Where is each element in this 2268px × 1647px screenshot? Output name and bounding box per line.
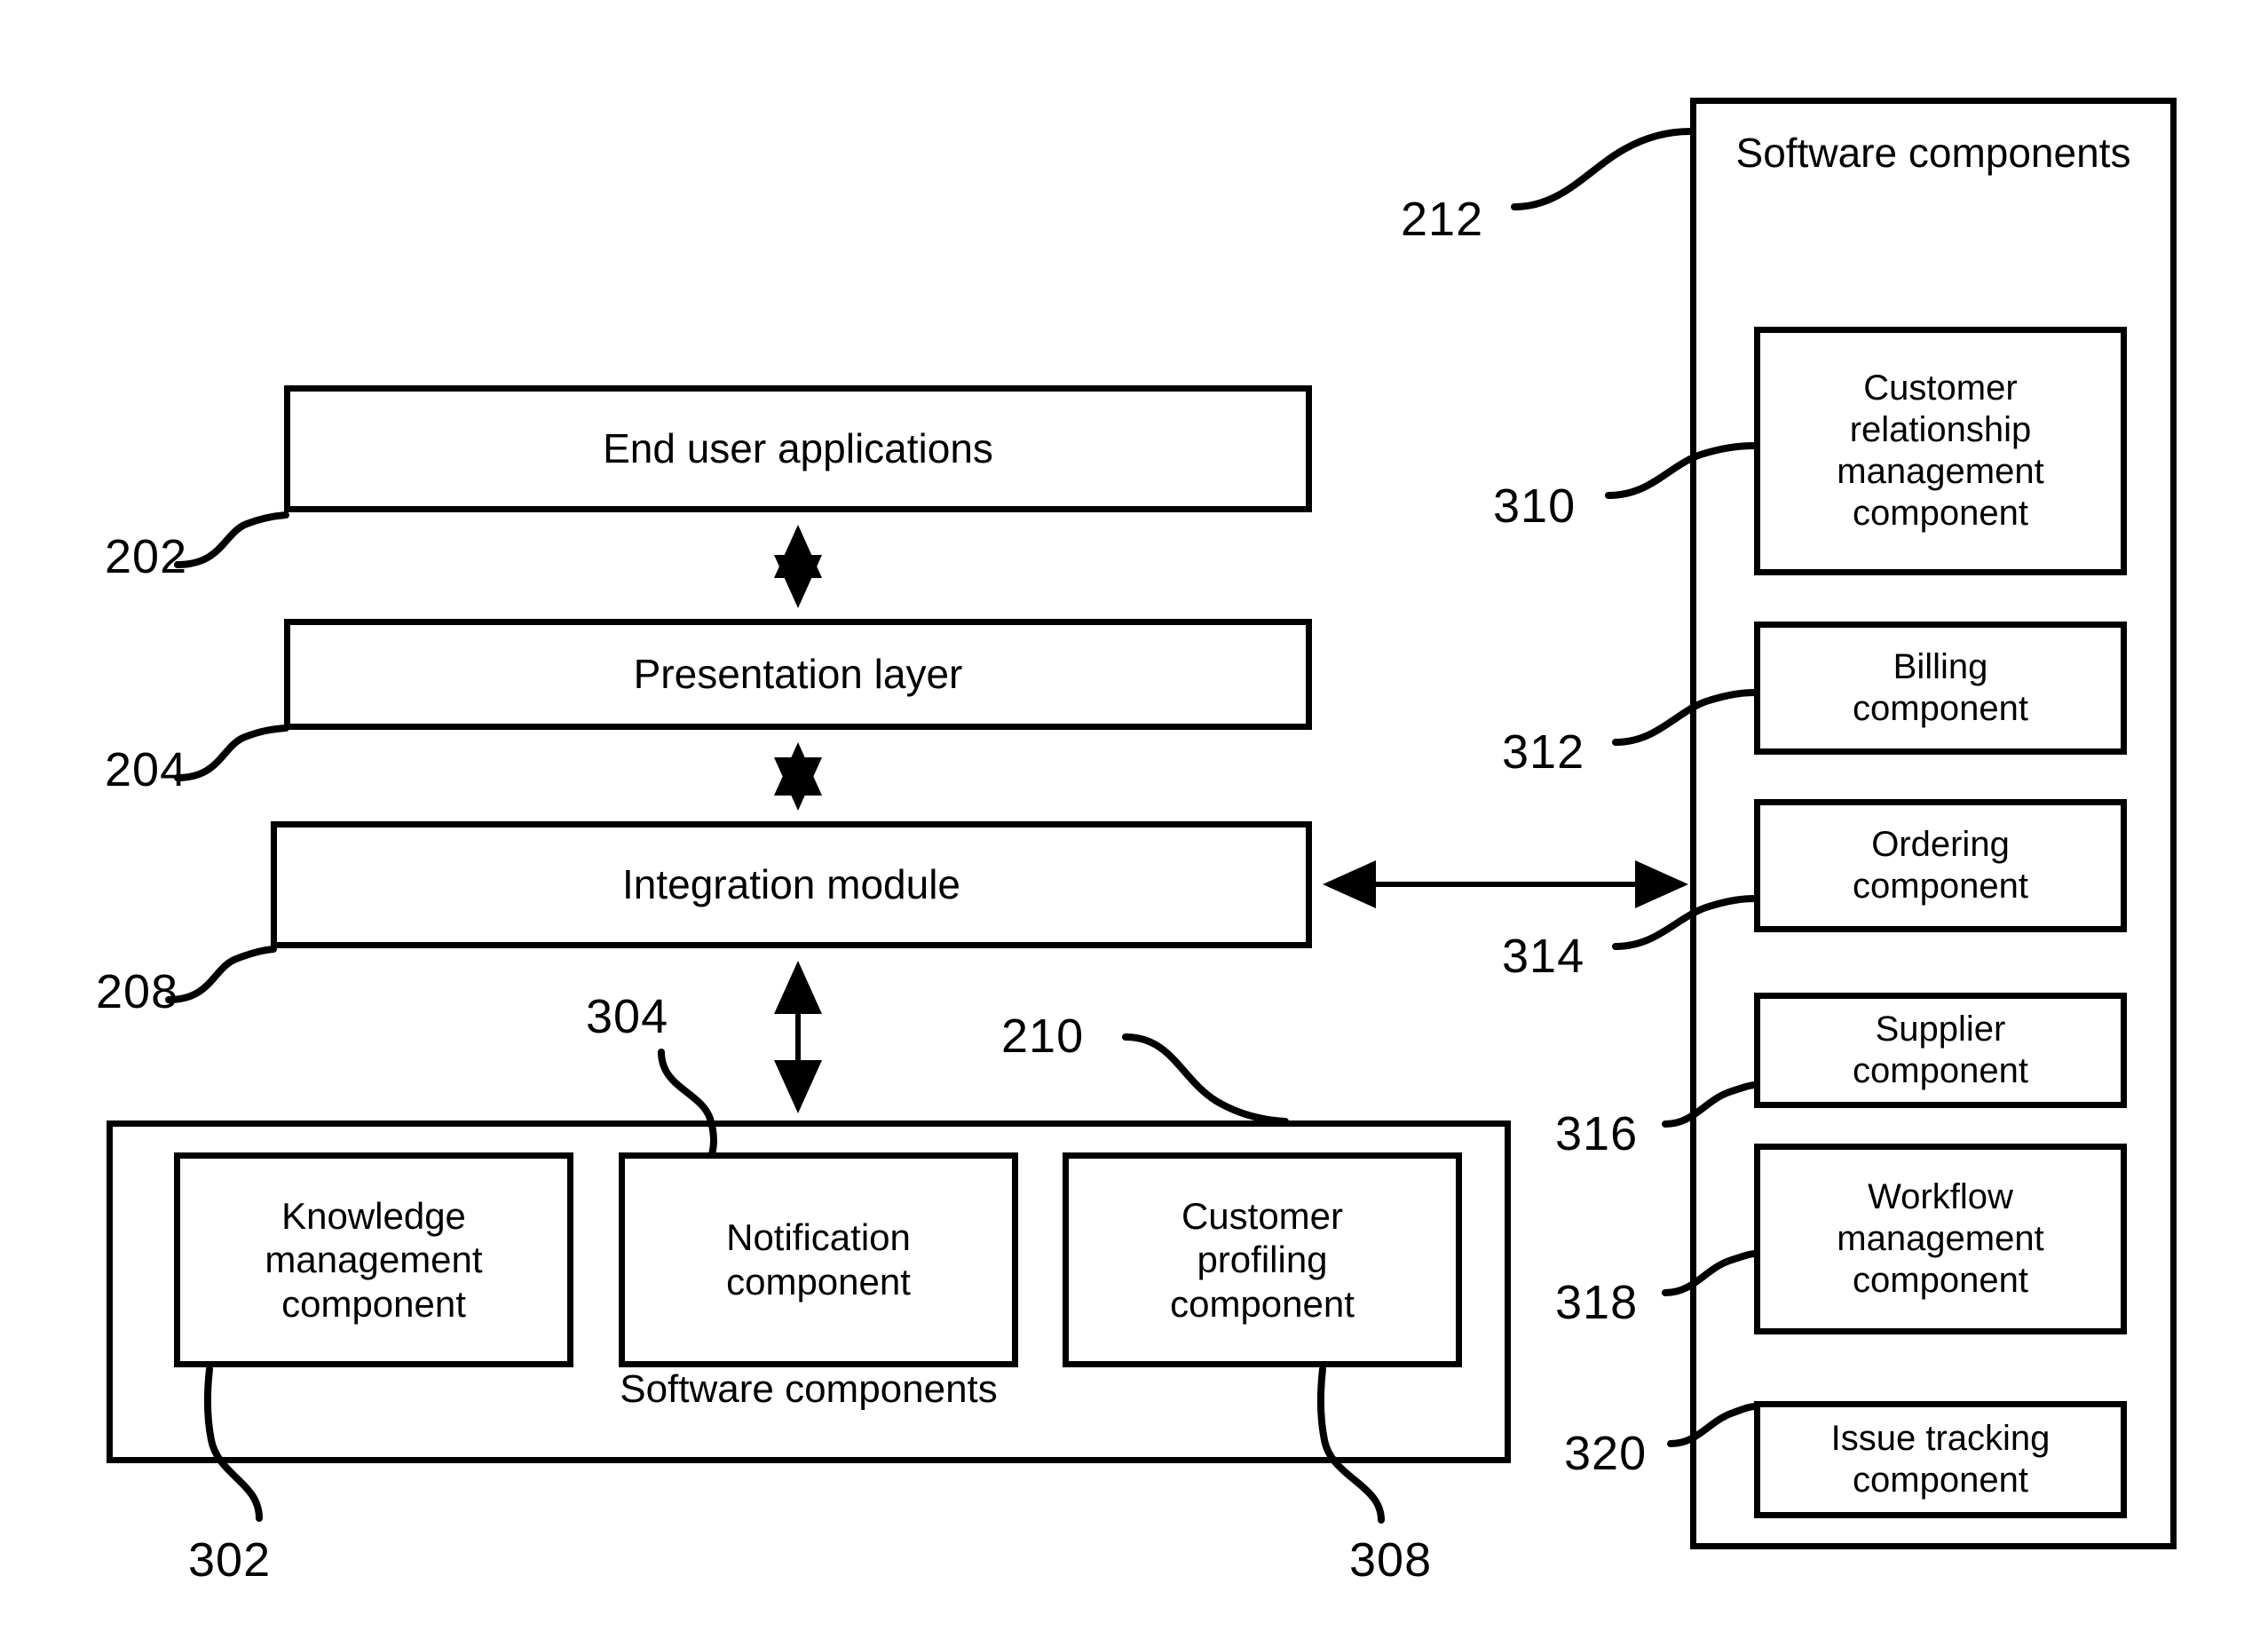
reference-numeral-210: 210 [1001,1010,1085,1063]
knowledge-management-component-label: Knowledge management component [265,1194,483,1325]
reference-numeral-316: 316 [1555,1107,1639,1160]
end-user-applications-box: End user applications [284,385,1312,512]
leader-208 [165,946,277,1003]
patent-figure-canvas: End user applications Presentation layer… [0,0,2268,1647]
bottom-group-caption-label: Software components [620,1367,998,1411]
reference-numeral-310: 310 [1493,479,1577,533]
leader-210 [1122,1033,1289,1125]
reference-numeral-204: 204 [105,743,188,796]
knowledge-management-component-box: Knowledge management component [174,1152,573,1367]
reference-numeral-312: 312 [1502,725,1585,779]
customer-profiling-component-label: Customer profiling component [1170,1194,1355,1325]
customer-relationship-management-component-box: Customer relationship management compone… [1754,327,2127,575]
issue-tracking-component-label: Issue tracking component [1830,1418,2051,1500]
reference-numeral-212: 212 [1401,193,1484,246]
notification-component-box: Notification component [619,1152,1018,1367]
workflow-management-component-label: Workflow management component [1837,1176,2044,1301]
end-user-applications-label: End user applications [603,425,993,472]
right-panel-caption-label: Software components [1735,130,2131,176]
billing-component-box: Billing component [1754,622,2127,755]
issue-tracking-component-box: Issue tracking component [1754,1401,2127,1518]
customer-profiling-component-box: Customer profiling component [1063,1152,1462,1367]
presentation-layer-box: Presentation layer [284,619,1312,730]
integration-module-box: Integration module [271,821,1312,948]
reference-numeral-318: 318 [1555,1276,1639,1329]
supplier-component-label: Supplier component [1853,1009,2028,1090]
supplier-component-box: Supplier component [1754,993,2127,1108]
billing-component-label: Billing component [1853,646,2028,728]
integration-module-label: Integration module [621,861,961,908]
reference-numeral-208: 208 [96,965,179,1018]
leader-212 [1511,128,1694,210]
reference-numeral-302: 302 [188,1533,272,1587]
reference-numeral-314: 314 [1502,930,1585,983]
leader-204 [174,725,289,781]
reference-numeral-202: 202 [105,530,188,583]
customer-relationship-management-component-label: Customer relationship management compone… [1837,368,2044,534]
ordering-component-box: Ordering component [1754,799,2127,932]
ordering-component-label: Ordering component [1853,824,2028,906]
workflow-management-component-box: Workflow management component [1754,1144,2127,1334]
notification-component-label: Notification component [726,1216,911,1303]
reference-numeral-304: 304 [586,990,669,1043]
presentation-layer-label: Presentation layer [633,651,963,698]
reference-numeral-308: 308 [1349,1533,1433,1587]
leader-202 [174,511,289,568]
reference-numeral-320: 320 [1564,1427,1648,1480]
